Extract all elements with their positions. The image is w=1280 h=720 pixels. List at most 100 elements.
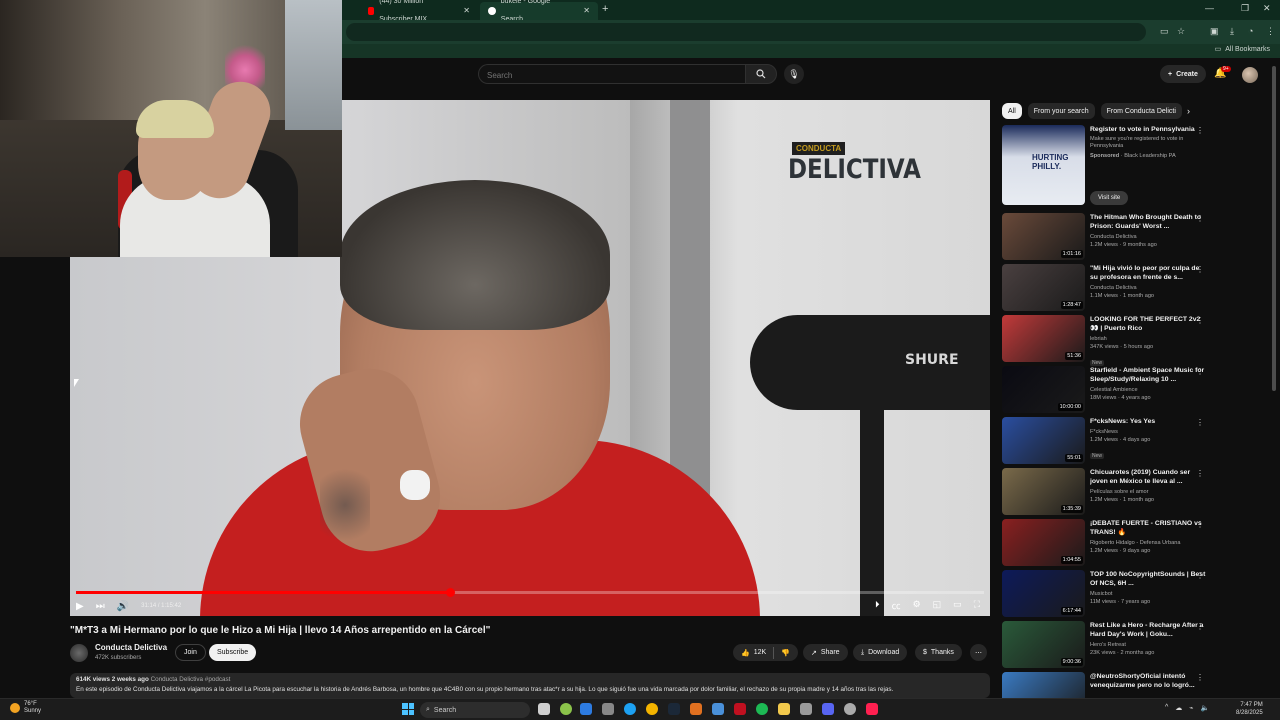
speaker-icon[interactable]: 🔈 [1201, 704, 1210, 712]
recommendation-channel[interactable]: Rigoberto Hidalgo - Defensa Urbana [1090, 539, 1208, 547]
close-window-icon[interactable]: ✕ [1263, 3, 1271, 14]
miniplayer-icon[interactable]: ◱ [933, 599, 942, 612]
more-vert-icon[interactable]: ⋮ [1196, 622, 1204, 631]
more-vert-icon[interactable]: ⋮ [1196, 367, 1204, 376]
tab-google-search[interactable]: bukele - Google Search ✕ [480, 0, 598, 23]
store-icon[interactable] [602, 703, 614, 715]
search-box[interactable] [478, 64, 746, 85]
more-vert-icon[interactable]: ⋮ [1196, 418, 1204, 427]
recommendation-item[interactable]: 1:04:55 ¡DEBATE FUERTE - CRISTIANO vs TRA… [1002, 519, 1222, 567]
more-vert-icon[interactable]: ⋮ [1196, 469, 1204, 478]
more-vert-icon[interactable]: ⋮ [1196, 316, 1204, 325]
recommendation-item[interactable]: 6:17:44 TOP 100 NoCopyrightSounds | Best … [1002, 570, 1222, 618]
recommendation-item[interactable]: 9:00:36 Rest Like a Hero - Recharge After… [1002, 621, 1222, 669]
address-field[interactable] [346, 23, 1146, 41]
edge-icon[interactable] [560, 703, 572, 715]
more-actions-button[interactable]: ⋯ [970, 644, 987, 661]
discord-icon[interactable] [822, 703, 834, 715]
chevron-right-icon[interactable]: › [1187, 106, 1190, 116]
video-thumbnail[interactable]: 1:01:16 [1002, 213, 1085, 260]
windows-start-icon[interactable] [402, 703, 414, 715]
more-vert-icon[interactable]: ⋮ [1196, 214, 1204, 223]
browser-icon[interactable] [624, 703, 636, 715]
channel-avatar[interactable] [70, 644, 88, 662]
all-bookmarks[interactable]: ▭ All Bookmarks [1215, 45, 1270, 54]
video-thumbnail[interactable]: 10:00:00 [1002, 366, 1085, 413]
recommendation-channel[interactable]: Películas sobre el amor [1090, 488, 1208, 496]
recommendation-item[interactable]: 1:01:16 The Hitman Who Brought Death to P… [1002, 213, 1222, 261]
close-tab-icon[interactable]: ✕ [463, 2, 470, 20]
maximize-icon[interactable]: ❐ [1241, 3, 1249, 14]
file-explorer-icon[interactable] [580, 703, 592, 715]
thumbs-down-icon[interactable]: 👎 [781, 649, 790, 657]
recommendation-title[interactable]: @NeutroShortyOficial intentó venequizarm… [1090, 672, 1208, 690]
profile-icon[interactable]: ◔ [1248, 26, 1253, 36]
video-thumbnail[interactable]: 55:01 [1002, 417, 1085, 464]
recommendation-title[interactable]: Starfield - Ambient Space Music for Slee… [1090, 366, 1208, 384]
volume-icon[interactable]: 🔊 [117, 601, 129, 612]
chip-all[interactable]: All [1002, 103, 1022, 119]
download-button[interactable]: ⤓ Download [853, 644, 908, 661]
recommendation-channel[interactable]: F*cksNews [1090, 428, 1208, 436]
chip-from-channel[interactable]: From Conducta Delicti [1100, 103, 1182, 119]
recommendation-title[interactable]: ¡DEBATE FUERTE - CRISTIANO vs TRANS! 🔥 [1090, 519, 1208, 537]
tiktok-icon[interactable] [866, 703, 878, 715]
downloads-icon[interactable]: ⤓ [1230, 26, 1234, 37]
ad-thumbnail[interactable]: HURTING PHILLY. [1002, 125, 1085, 205]
recommendation-title[interactable]: F*cksNews: Yes Yes [1090, 417, 1208, 426]
autoplay-toggle-icon[interactable]: ⏵ [875, 599, 880, 612]
cast-icon[interactable]: ▭ [1160, 26, 1169, 37]
folder-icon[interactable] [778, 703, 790, 715]
extensions-icon[interactable]: ▣ [1210, 26, 1219, 37]
fullscreen-icon[interactable]: ⛶ [974, 599, 980, 612]
thanks-button[interactable]: $ Thanks [915, 644, 962, 661]
recommendation-item[interactable]: 10:00:00 Starfield - Ambient Space Music … [1002, 366, 1222, 414]
taskbar-clock[interactable]: 7:47 PM 8/28/2025 [1236, 701, 1263, 717]
recommendation-title[interactable]: "Mi Hija vivió lo peor por culpa de su p… [1090, 264, 1208, 282]
search-input[interactable] [479, 66, 746, 85]
app-red-icon[interactable] [734, 703, 746, 715]
task-view-icon[interactable] [538, 703, 550, 715]
app-gray-icon[interactable] [800, 703, 812, 715]
cloud-icon[interactable]: ☁ [1175, 704, 1182, 712]
visit-site-button[interactable]: Visit site [1090, 191, 1129, 205]
bookmark-star-icon[interactable]: ☆ [1177, 26, 1185, 37]
app-icon[interactable] [690, 703, 702, 715]
more-vert-icon[interactable]: ⋮ [1196, 265, 1204, 274]
recommendation-title[interactable]: TOP 100 NoCopyrightSounds | Best Of NCS,… [1090, 570, 1208, 588]
recommendation-channel[interactable]: Hero's Retreat [1090, 641, 1208, 649]
spotify-icon[interactable] [756, 703, 768, 715]
network-icon[interactable]: ⌁ [1189, 704, 1193, 712]
recommendation-channel[interactable]: Musicbot [1090, 590, 1208, 598]
voice-search-button[interactable]: 🎙 [784, 64, 804, 84]
channel-name[interactable]: Conducta Delictiva [95, 643, 167, 652]
more-vert-icon[interactable]: ⋮ [1196, 571, 1204, 580]
recommendation-title[interactable]: LOOKING FOR THE PERFECT 2v2 👀 | Puerto R… [1090, 315, 1208, 333]
recommendation-channel[interactable]: Conducta Delictiva [1090, 233, 1208, 241]
account-avatar[interactable] [1242, 67, 1258, 83]
chrome-icon[interactable] [646, 703, 658, 715]
taskbar-search[interactable]: ⌕ Search [420, 702, 530, 718]
close-tab-icon[interactable]: ✕ [583, 2, 590, 20]
theater-mode-icon[interactable]: ▭ [953, 599, 962, 612]
menu-dots-icon[interactable]: ⋮ [1266, 26, 1275, 37]
obs-icon[interactable] [844, 703, 856, 715]
progress-bar[interactable] [76, 588, 984, 597]
recommendation-item[interactable]: 55:01 F*cksNews: Yes Yes F*cksNews 1.2M vie… [1002, 417, 1222, 465]
page-scrollbar[interactable] [1272, 66, 1276, 391]
join-button[interactable]: Join [175, 644, 206, 661]
subscribe-button[interactable]: Subscribe [209, 644, 257, 661]
recommendation-title[interactable]: Rest Like a Hero - Recharge After a Hard… [1090, 621, 1208, 639]
weather-widget[interactable]: 76°F Sunny [10, 701, 41, 715]
recommendation-channel[interactable]: lebriah [1090, 335, 1208, 343]
video-thumbnail[interactable]: 6:17:44 [1002, 570, 1085, 617]
recommendation-item[interactable]: 1:35:39 Chicuarotes (2019) Cuando ser jov… [1002, 468, 1222, 516]
sponsored-ad[interactable]: HURTING PHILLY. Register to vote in Penn… [1002, 125, 1222, 210]
recommendation-item[interactable]: 51:36 LOOKING FOR THE PERFECT 2v2 👀 | Pue… [1002, 315, 1222, 366]
description-box[interactable]: 614K views 2 weeks ago Conducta Delictiv… [70, 673, 990, 698]
more-vert-icon[interactable]: ⋮ [1196, 673, 1204, 682]
video-thumbnail[interactable]: 1:04:55 [1002, 519, 1085, 566]
new-tab-icon[interactable]: + [602, 3, 608, 15]
steam-icon[interactable] [668, 703, 680, 715]
share-button[interactable]: ↗ Share [803, 644, 848, 661]
